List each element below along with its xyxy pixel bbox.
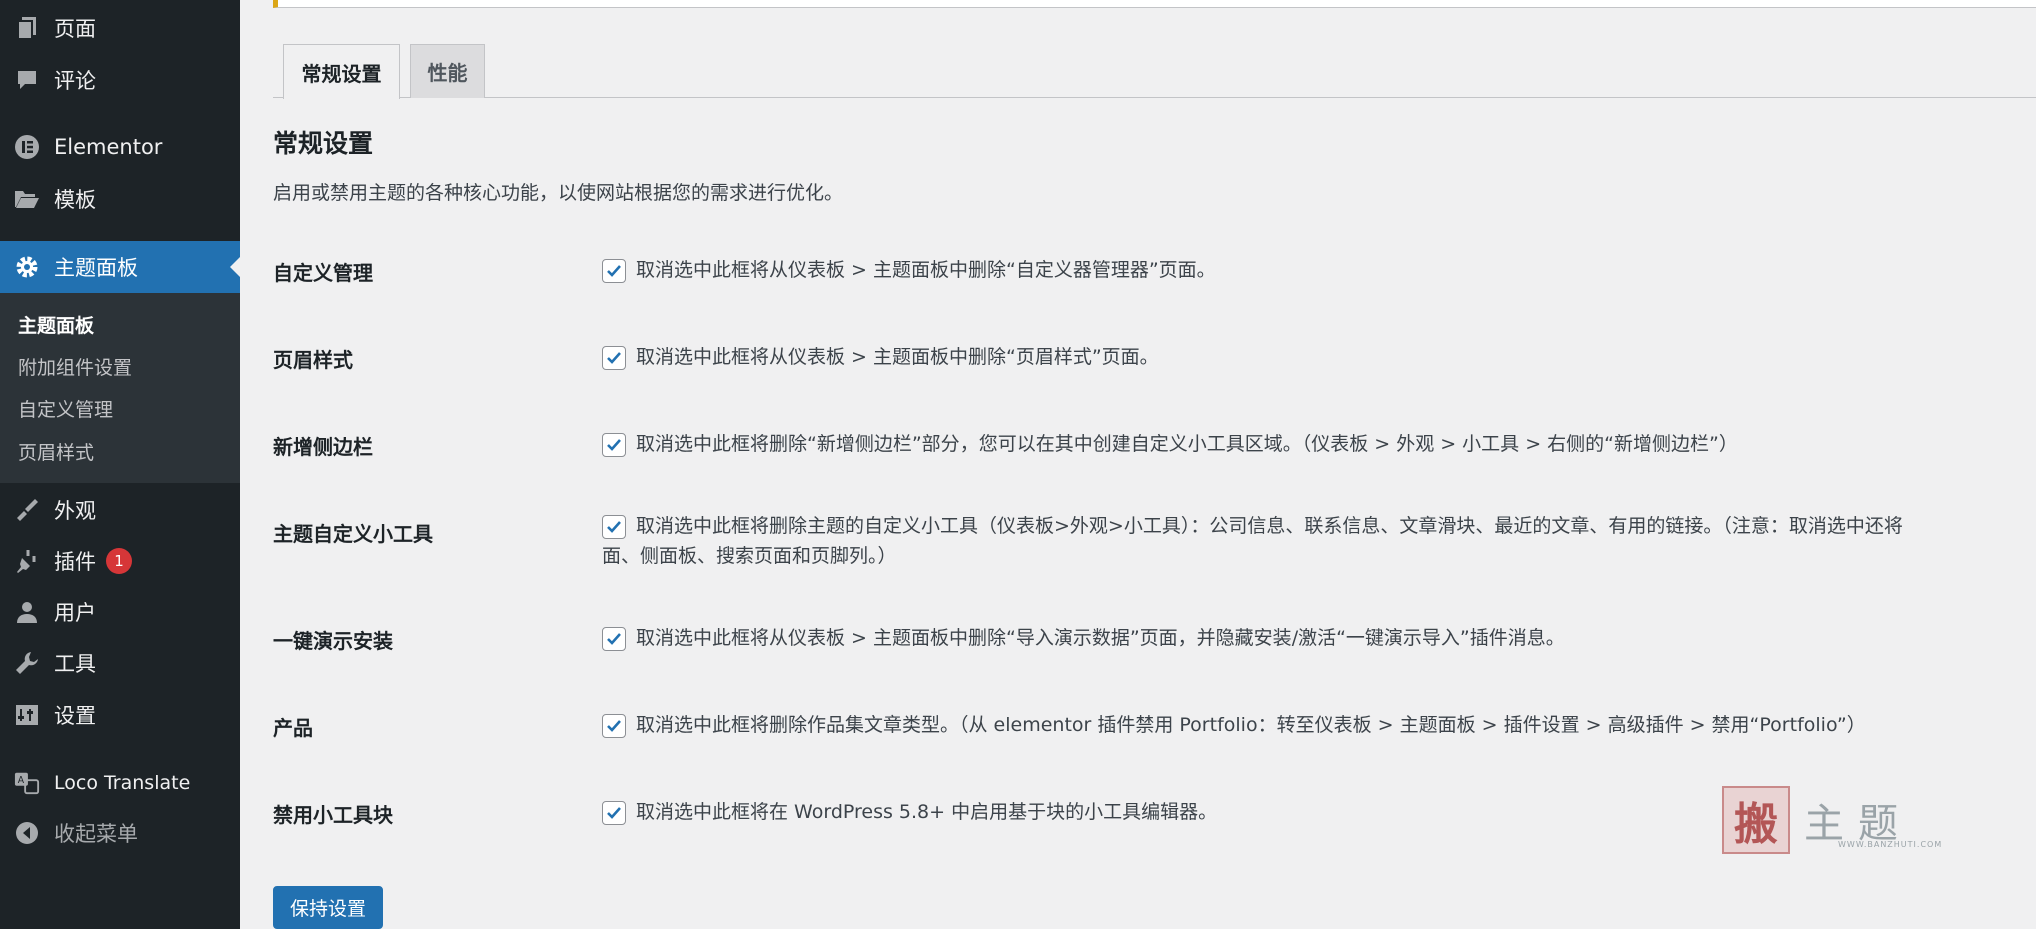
menu-item-comments[interactable]: 评论 bbox=[0, 54, 240, 106]
setting-row-custom-widgets: 取消选中此框将删除主题的自定义小工具（仪表板>外观>小工具）：公司信息、联系信息… bbox=[602, 514, 2032, 542]
setting-label-portfolio: 产品 bbox=[273, 716, 313, 740]
custom-sidebar-checkbox[interactable] bbox=[602, 433, 626, 457]
sliders-icon bbox=[14, 702, 40, 728]
menu-label: 外观 bbox=[54, 499, 96, 523]
setting-row-customizer-manager: 取消选中此框将从仪表板 > 主题面板中删除“自定义器管理器”页面。 bbox=[602, 258, 2032, 286]
tab-performance[interactable]: 性能 bbox=[410, 44, 485, 98]
user-icon bbox=[14, 599, 40, 625]
setting-description: 取消选中此框将从仪表板 > 主题面板中删除“导入演示数据”页面，并隐藏安装/激活… bbox=[636, 627, 1565, 649]
setting-description: 取消选中此框将删除作品集文章类型。（从 elementor 插件禁用 Portf… bbox=[636, 714, 1866, 736]
setting-label-header-style: 页眉样式 bbox=[273, 348, 353, 372]
page-icon bbox=[14, 15, 40, 41]
submenu-item-header-style[interactable]: 页眉样式 bbox=[18, 438, 94, 465]
setting-row-custom-sidebar: 取消选中此框将删除“新增侧边栏”部分，您可以在其中创建自定义小工具区域。（仪表板… bbox=[602, 432, 2032, 460]
checkmark-icon bbox=[607, 633, 621, 645]
setting-description: 取消选中此框将在 WordPress 5.8+ 中启用基于块的小工具编辑器。 bbox=[636, 801, 1218, 823]
setting-row-header-style: 取消选中此框将从仪表板 > 主题面板中删除“页眉样式”页面。 bbox=[602, 345, 2032, 373]
menu-item-elementor[interactable]: Elementor bbox=[0, 121, 240, 173]
setting-description: 取消选中此框将从仪表板 > 主题面板中删除“自定义器管理器”页面。 bbox=[636, 259, 1216, 281]
menu-label: 页面 bbox=[54, 17, 96, 41]
menu-item-tools[interactable]: 工具 bbox=[0, 637, 240, 689]
menu-item-users[interactable]: 用户 bbox=[0, 586, 240, 638]
checkmark-icon bbox=[607, 439, 621, 451]
menu-item-plugins[interactable]: 插件 1 bbox=[0, 535, 240, 587]
customizer-manager-checkbox[interactable] bbox=[602, 259, 626, 283]
menu-label: 主题面板 bbox=[54, 256, 138, 280]
admin-notice-edge bbox=[273, 0, 2036, 8]
theme-panel-submenu: 主题面板 附加组件设置 自定义管理 页眉样式 bbox=[0, 293, 240, 483]
setting-label-custom-sidebar: 新增侧边栏 bbox=[273, 435, 373, 459]
menu-item-templates[interactable]: 模板 bbox=[0, 173, 240, 225]
menu-label: 插件 bbox=[54, 550, 96, 574]
submenu-item-custom-management[interactable]: 自定义管理 bbox=[18, 395, 113, 422]
menu-label: 收起菜单 bbox=[54, 822, 138, 846]
translate-icon: A bbox=[14, 770, 40, 796]
plugin-icon bbox=[14, 548, 40, 574]
save-settings-button[interactable]: 保持设置 bbox=[273, 886, 383, 929]
disable-widget-block-checkbox[interactable] bbox=[602, 801, 626, 825]
collapse-icon bbox=[14, 820, 40, 846]
section-description: 启用或禁用主题的各种核心功能，以使网站根据您的需求进行优化。 bbox=[273, 182, 844, 204]
watermark-seal: 搬 bbox=[1722, 786, 1790, 854]
setting-description: 取消选中此框将删除主题的自定义小工具（仪表板>外观>小工具）：公司信息、联系信息… bbox=[636, 515, 1903, 537]
menu-item-settings[interactable]: 设置 bbox=[0, 689, 240, 741]
wrench-icon bbox=[14, 650, 40, 676]
demo-import-checkbox[interactable] bbox=[602, 627, 626, 651]
portfolio-checkbox[interactable] bbox=[602, 714, 626, 738]
svg-text:A: A bbox=[18, 775, 25, 786]
setting-description: 取消选中此框将删除“新增侧边栏”部分，您可以在其中创建自定义小工具区域。（仪表板… bbox=[636, 433, 1738, 455]
submenu-item-theme-panel[interactable]: 主题面板 bbox=[18, 311, 94, 338]
brush-icon bbox=[14, 497, 40, 523]
custom-widgets-checkbox[interactable] bbox=[602, 515, 626, 539]
menu-label: 工具 bbox=[54, 652, 96, 676]
menu-item-loco-translate[interactable]: A Loco Translate bbox=[0, 757, 240, 809]
menu-label: 评论 bbox=[54, 69, 96, 93]
checkmark-icon bbox=[607, 352, 621, 364]
gear-icon bbox=[14, 254, 40, 280]
menu-label: 设置 bbox=[54, 704, 96, 728]
section-title: 常规设置 bbox=[273, 129, 374, 158]
checkmark-icon bbox=[607, 521, 621, 533]
menu-label: Loco Translate bbox=[54, 772, 191, 794]
tab-general-settings[interactable]: 常规设置 bbox=[283, 44, 400, 99]
menu-item-theme-panel[interactable]: 主题面板 bbox=[0, 241, 240, 293]
menu-item-pages[interactable]: 页面 bbox=[0, 2, 240, 54]
elementor-icon bbox=[14, 134, 40, 160]
setting-description: 取消选中此框将从仪表板 > 主题面板中删除“页眉样式”页面。 bbox=[636, 346, 1159, 368]
folder-icon bbox=[14, 186, 40, 212]
admin-sidebar: 页面 评论 Elementor 模板 主题面板 主题面板 附加组件设置 自定义管… bbox=[0, 0, 240, 929]
checkmark-icon bbox=[607, 265, 621, 277]
menu-label: Elementor bbox=[54, 135, 163, 159]
header-style-checkbox[interactable] bbox=[602, 346, 626, 370]
setting-label-customizer-manager: 自定义管理 bbox=[273, 261, 373, 285]
setting-row-demo-import: 取消选中此框将从仪表板 > 主题面板中删除“导入演示数据”页面，并隐藏安装/激活… bbox=[602, 626, 2032, 654]
plugin-update-badge: 1 bbox=[106, 548, 132, 574]
menu-item-appearance[interactable]: 外观 bbox=[0, 484, 240, 536]
tab-underline bbox=[273, 97, 2036, 98]
setting-description-continued: 面、侧面板、搜索页面和页脚列。） bbox=[602, 545, 897, 567]
setting-label-disable-widget-block: 禁用小工具块 bbox=[273, 803, 393, 827]
setting-row-portfolio: 取消选中此框将删除作品集文章类型。（从 elementor 插件禁用 Portf… bbox=[602, 713, 2032, 741]
setting-label-demo-import: 一键演示安装 bbox=[273, 629, 393, 653]
submenu-item-addon-settings[interactable]: 附加组件设置 bbox=[18, 353, 132, 380]
menu-label: 模板 bbox=[54, 188, 96, 212]
watermark-url: WWW.BANZHUTI.COM bbox=[1838, 840, 1943, 849]
checkmark-icon bbox=[607, 720, 621, 732]
checkmark-icon bbox=[607, 807, 621, 819]
menu-item-collapse[interactable]: 收起菜单 bbox=[0, 807, 240, 859]
menu-label: 用户 bbox=[54, 601, 96, 625]
comment-icon bbox=[14, 67, 40, 93]
setting-label-custom-widgets: 主题自定义小工具 bbox=[273, 522, 433, 546]
